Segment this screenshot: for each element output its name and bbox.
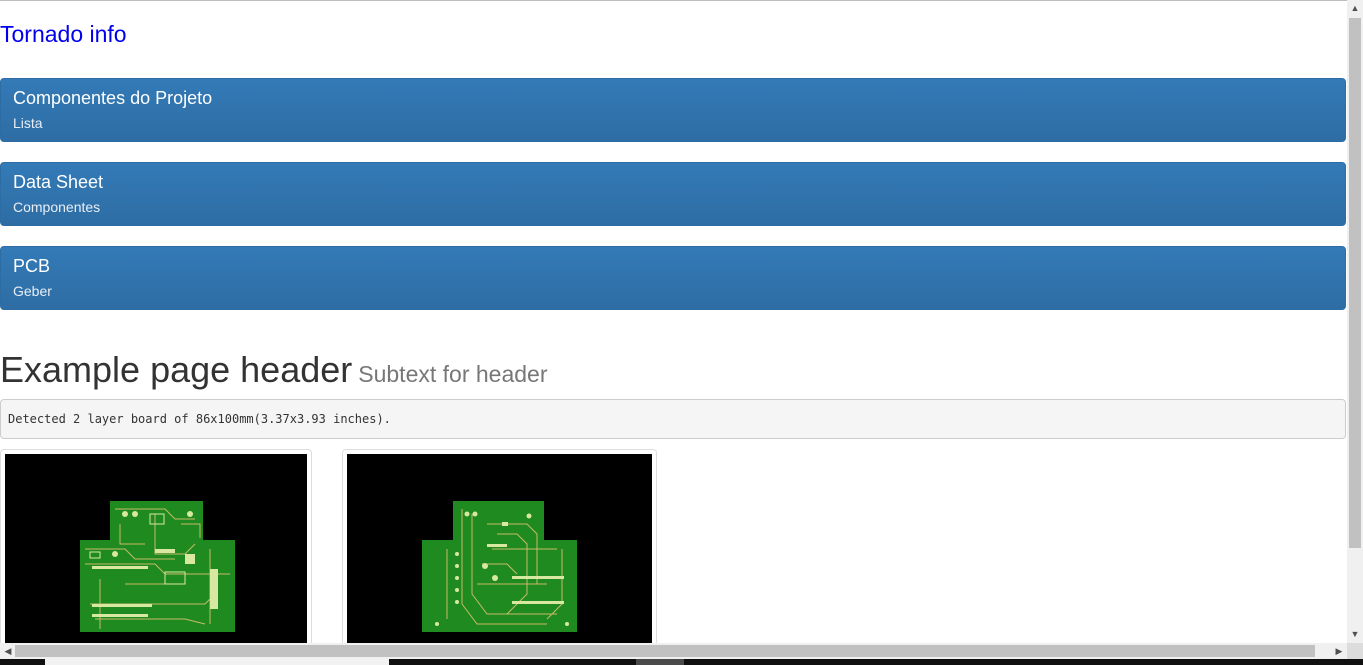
scroll-up-icon[interactable]: ▲ xyxy=(1347,0,1363,17)
pcb-top-layer-image xyxy=(5,454,307,643)
panel-data-sheet[interactable]: Data Sheet Componentes xyxy=(0,162,1346,226)
panel-pcb[interactable]: PCB Geber xyxy=(0,246,1346,310)
taskbar xyxy=(0,659,1363,665)
pcb-bottom-layer-image xyxy=(347,454,652,643)
pcb-thumbnail-bottom[interactable] xyxy=(342,449,657,643)
browser-viewport: Tornado info Componentes do Projeto List… xyxy=(0,0,1347,643)
scrollbar-corner xyxy=(1347,643,1363,659)
vertical-scrollbar[interactable]: ▲ ▼ xyxy=(1347,0,1363,643)
panel-subtitle: Geber xyxy=(13,283,52,299)
pcb-top-board-graphic xyxy=(80,501,235,632)
panel-title: Data Sheet xyxy=(13,172,104,192)
page-header-title: Example page header xyxy=(0,349,353,390)
scroll-down-icon[interactable]: ▼ xyxy=(1347,626,1363,643)
vertical-scroll-thumb[interactable] xyxy=(1349,18,1361,548)
scroll-right-icon[interactable]: ▶ xyxy=(1331,643,1347,659)
panel-subtitle: Lista xyxy=(13,115,43,131)
pcb-thumbnail-top[interactable] xyxy=(0,449,312,643)
detection-output: Detected 2 layer board of 86x100mm(3.37x… xyxy=(0,399,1346,439)
panel-title: Componentes do Projeto xyxy=(13,88,213,108)
taskbar-item[interactable] xyxy=(636,659,684,665)
taskbar-active-item[interactable] xyxy=(45,659,389,665)
horizontal-scrollbar[interactable]: ◀ ▶ xyxy=(0,643,1347,659)
page-header: Example page header Subtext for header xyxy=(0,349,547,391)
panel-subtitle: Componentes xyxy=(13,199,101,215)
panel-title: PCB xyxy=(13,256,51,276)
page-header-subtext: Subtext for header xyxy=(358,361,548,387)
pcb-bottom-board-graphic xyxy=(422,501,577,632)
brand-link[interactable]: Tornado info xyxy=(0,21,127,48)
scroll-left-icon[interactable]: ◀ xyxy=(0,643,16,659)
panel-componentes-do-projeto[interactable]: Componentes do Projeto Lista xyxy=(0,78,1346,142)
horizontal-scroll-thumb[interactable] xyxy=(15,645,1315,657)
